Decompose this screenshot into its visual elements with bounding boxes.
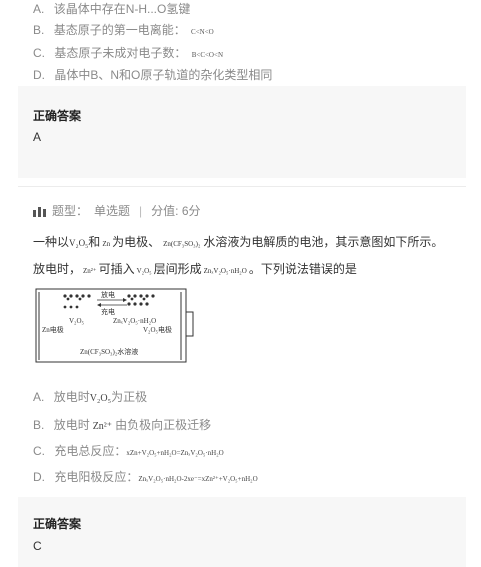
option-a[interactable]: A. 放电时V₂O₅为正极 <box>33 388 147 405</box>
stem-text: 可插入 <box>98 262 135 276</box>
option-letter: A. <box>33 390 45 404</box>
battery-diagram: 放电 充电 V₂O₅ ZnₓV₂O₅·nH₂O Zn电极 V₂O₅电极 Zn(C… <box>35 288 195 364</box>
option-formula: C<N<O <box>191 28 214 36</box>
option-text: 由负极向正极迁移 <box>115 418 212 432</box>
option-letter: B. <box>33 418 45 432</box>
bar-chart-icon <box>33 206 47 217</box>
stem-formula: Zn²⁺ <box>83 267 97 275</box>
option-text: 基态原子的第一电离能： <box>53 23 186 37</box>
stem-text: 。下列说法错误的是 <box>248 262 357 276</box>
option-letter: D. <box>33 470 45 484</box>
question-meta: 题型： 单选题 | 分值: 6分 <box>33 202 201 219</box>
answer-value: C <box>33 539 42 553</box>
option-formula: ZnₓV₂O₅·nH₂O-2xe⁻=xZn²⁺+V₂O₅+nH₂O <box>138 475 258 483</box>
v2o5-label: V₂O₅ <box>69 317 84 325</box>
score-label: 分值: 6分 <box>151 204 201 218</box>
option-d[interactable]: D. 充电阳极反应：ZnₓV₂O₅·nH₂O-2xe⁻=xZn²⁺+V₂O₅+n… <box>33 468 258 485</box>
option-b[interactable]: B. 基态原子的第一电离能： C<N<O <box>33 21 214 38</box>
option-letter: B. <box>33 23 45 37</box>
electrolyte-label: Zn(CF₃SO₃)₂水溶液 <box>80 348 139 356</box>
option-letter: C. <box>33 444 45 458</box>
stem-text: 一种以 <box>33 235 70 249</box>
stem-formula: V₂O₅ <box>69 238 89 248</box>
option-text: 该晶体中存在N-H...O氢键 <box>53 2 191 16</box>
option-text: 晶体中B、N和O原子轨道的杂化类型相同 <box>54 68 273 82</box>
stem-text: 放电时， <box>33 262 82 276</box>
stem-text: 层间形成 <box>153 262 202 276</box>
answer-panel: 正确答案 A <box>18 86 466 178</box>
option-formula: xZn+V₂O₅+nH₂O=ZnₓV₂O₅·nH₂O <box>126 449 224 457</box>
answer-value: A <box>33 130 42 144</box>
type-value: 单选题 <box>94 204 131 218</box>
option-text: 放电时 <box>53 390 90 404</box>
zn-electrode-label: Zn电极 <box>42 326 64 334</box>
stem-formula: Zn <box>102 240 111 248</box>
option-c[interactable]: C. 充电总反应：xZn+V₂O₅+nH₂O=ZnₓV₂O₅·nH₂O <box>33 442 224 459</box>
option-b[interactable]: B. 放电时 Zn²⁺ 由负极向正极迁移 <box>33 416 211 433</box>
option-c[interactable]: C. 基态原子未成对电子数： B<C<O<N <box>33 44 223 61</box>
option-letter: D. <box>33 68 45 82</box>
stem-formula: V₂O₅ <box>136 267 152 275</box>
stem-text: 水溶液为电解质的电池，其示意图如下所示。 <box>203 235 444 249</box>
answer-title: 正确答案 <box>33 109 82 123</box>
card-divider <box>18 186 466 187</box>
option-text: 为正极 <box>111 390 148 404</box>
stem-formula: Zn(CF₃SO₃)₂ <box>163 240 201 248</box>
answer-title: 正确答案 <box>33 517 82 531</box>
discharge-label: 放电 <box>101 291 115 299</box>
charge-label: 充电 <box>101 308 115 316</box>
v2o5-electrode-label: V₂O₅电极 <box>143 326 172 334</box>
option-a[interactable]: A. 该晶体中存在N-H...O氢键 <box>33 0 190 17</box>
option-formula: Zn²⁺ <box>92 421 113 432</box>
type-label: 题型： <box>52 204 89 218</box>
answer-panel: 正确答案 C <box>18 497 466 567</box>
option-formula: V₂O₅ <box>89 393 112 404</box>
stem-text: 为电极、 <box>112 235 161 249</box>
option-formula: B<C<O<N <box>191 51 223 59</box>
stem-text: 和 <box>88 235 101 249</box>
stem-formula: ZnₓV₂O₅·nH₂O <box>203 267 247 275</box>
option-text: 基态原子未成对电子数： <box>54 46 187 60</box>
option-letter: A. <box>33 2 45 16</box>
option-text: 充电阳极反应： <box>54 470 139 484</box>
meta-separator: | <box>139 203 143 218</box>
question-stem-line-1: 一种以V₂O₅和 Zn 为电极、 Zn(CF₃SO₃)₂ 水溶液为电解质的电池，其示意图… <box>33 233 443 250</box>
option-text: 放电时 <box>53 418 90 432</box>
option-letter: C. <box>33 46 45 60</box>
option-d[interactable]: D. 晶体中B、N和O原子轨道的杂化类型相同 <box>33 66 272 83</box>
zinc-vanadate-label: ZnₓV₂O₅·nH₂O <box>113 317 157 325</box>
question-stem-line-2: 放电时， Zn²⁺ 可插入 V₂O₅ 层间形成 ZnₓV₂O₅·nH₂O 。下列说法错误的是 <box>33 260 357 277</box>
option-text: 充电总反应： <box>54 444 127 458</box>
